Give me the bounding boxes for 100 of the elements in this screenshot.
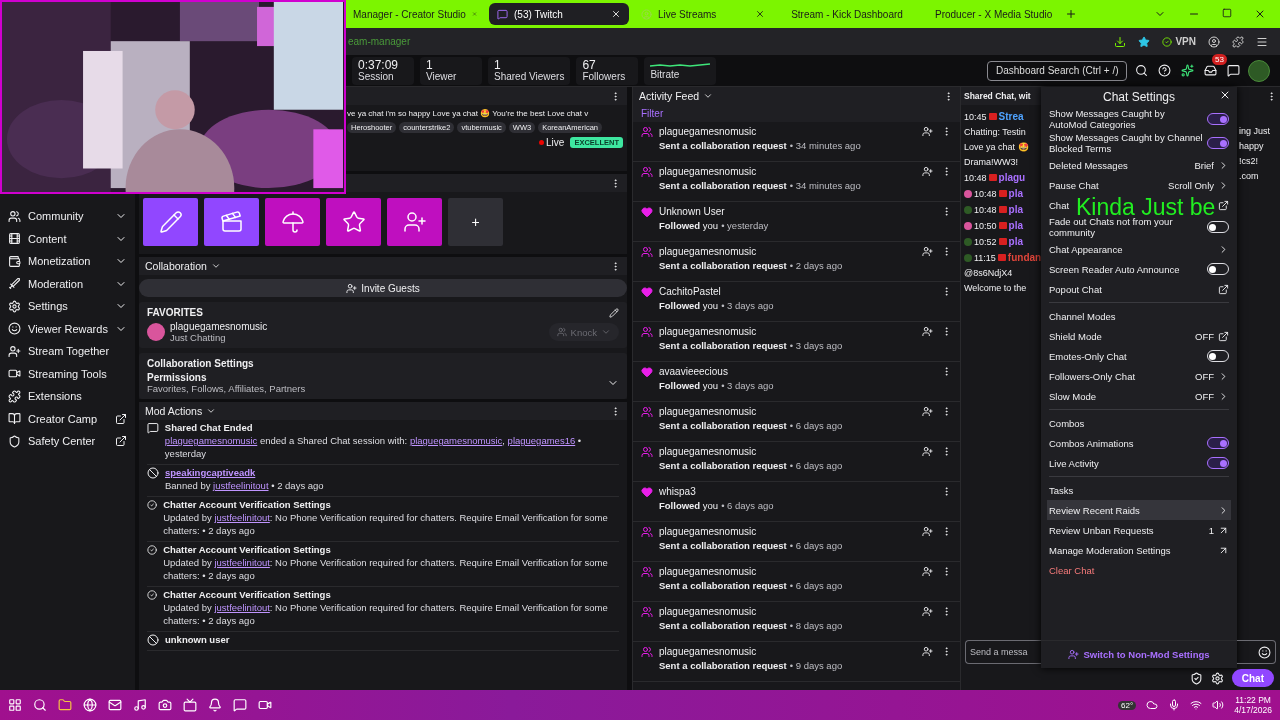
new-tab-icon[interactable]	[1065, 8, 1077, 20]
mail-icon[interactable]	[108, 698, 122, 712]
help-button[interactable]	[1156, 62, 1173, 79]
sidebar-item[interactable]: Moderation	[0, 272, 135, 295]
chat-button[interactable]: Chat	[1231, 669, 1274, 687]
user-link[interactable]: justfeelinitout	[214, 557, 270, 568]
sidebar-item[interactable]: Community	[0, 205, 135, 228]
user-plus-icon[interactable]	[922, 526, 933, 537]
download-icon[interactable]	[1114, 35, 1127, 48]
search-icon[interactable]	[33, 698, 47, 712]
external-link-icon	[115, 412, 127, 425]
setting-label[interactable]: Pause Chat	[1049, 179, 1099, 191]
toggle-switch[interactable]	[1207, 113, 1229, 125]
user-link[interactable]: plaguegames16	[507, 435, 576, 446]
folder-icon[interactable]	[58, 698, 72, 712]
user-plus-icon[interactable]	[922, 606, 933, 617]
windows-start-icon[interactable]	[8, 698, 22, 712]
avatar[interactable]	[1248, 59, 1270, 82]
chevron-down-icon[interactable]	[206, 406, 217, 416]
sidebar-item[interactable]: Safety Center	[0, 430, 135, 453]
sidebar-item[interactable]: Extensions	[0, 385, 135, 408]
clear-chat-button[interactable]: Clear Chat	[1047, 560, 1231, 580]
sidebar-item[interactable]: Content	[0, 227, 135, 250]
setting-label[interactable]: Chat	[1049, 199, 1070, 211]
camera-icon[interactable]	[158, 698, 172, 712]
quick-action-button[interactable]	[204, 198, 259, 246]
external-link-icon[interactable]	[1218, 199, 1229, 211]
toggle-switch[interactable]	[1207, 137, 1229, 149]
user-plus-icon[interactable]	[922, 646, 933, 657]
video-camera-icon[interactable]	[258, 698, 272, 712]
setting-label[interactable]: Manage Moderation Settings	[1049, 544, 1171, 556]
sidebar-item[interactable]: Settings	[0, 295, 135, 318]
setting-label[interactable]: Deleted Messages	[1049, 159, 1128, 171]
sidebar-item[interactable]: Monetization	[0, 250, 135, 273]
user-plus-icon[interactable]	[922, 566, 933, 577]
user-plus-icon[interactable]	[922, 406, 933, 417]
quick-action-button[interactable]	[387, 198, 442, 246]
menu-icon[interactable]	[1256, 35, 1268, 48]
sidebar-item[interactable]: Streaming Tools	[0, 362, 135, 385]
setting-label[interactable]: Followers-Only Chat	[1049, 370, 1136, 382]
quick-action-button[interactable]	[143, 198, 198, 246]
profile-icon[interactable]	[1208, 35, 1220, 48]
chat-bubble-icon[interactable]	[233, 698, 247, 712]
whispers-button[interactable]	[1225, 62, 1242, 79]
setting-label[interactable]: Review Unban Requests	[1049, 524, 1154, 536]
user-plus-icon[interactable]	[922, 326, 933, 337]
user-plus-icon[interactable]	[922, 446, 933, 457]
sidebar-item[interactable]: Creator Camp	[0, 407, 135, 430]
search-button[interactable]	[1133, 62, 1150, 79]
browser-tab[interactable]: Live Streams	[633, 3, 773, 25]
external-link-icon[interactable]	[1218, 283, 1229, 295]
puzzle-icon[interactable]	[1232, 35, 1244, 48]
bell-icon[interactable]	[208, 698, 222, 712]
vpn-button[interactable]: VPN	[1162, 36, 1196, 47]
quick-action-button[interactable]	[326, 198, 381, 246]
tv-icon[interactable]	[183, 698, 197, 712]
user-link[interactable]: justfeelinitout	[214, 602, 270, 613]
setting-row[interactable]: Chat Appearance	[1047, 239, 1231, 259]
setting-row[interactable]: Review Recent Raids	[1047, 500, 1231, 520]
setting-label[interactable]: Shield Mode	[1049, 330, 1102, 342]
sidebar-item[interactable]: Viewer Rewards	[0, 317, 135, 340]
user-plus-icon[interactable]	[922, 166, 933, 177]
umbrella-icon	[280, 210, 305, 234]
shield-icon[interactable]	[1189, 671, 1203, 685]
globe-icon[interactable]	[83, 698, 97, 712]
toggle-switch[interactable]	[1207, 457, 1229, 469]
user-link[interactable]: justfeelinitout	[214, 512, 270, 523]
browser-tab[interactable]: Stream - Kick Dashboard	[777, 3, 917, 25]
quick-action-button[interactable]	[265, 198, 320, 246]
add-action-button[interactable]: +	[448, 198, 503, 246]
user-link[interactable]: justfeelinitout	[213, 480, 269, 491]
message-field[interactable]: Send a messa	[965, 640, 1041, 664]
user-plus-icon[interactable]	[922, 246, 933, 257]
browser-tab[interactable]: Manager - Creator Studio	[345, 3, 485, 25]
pencil-icon[interactable]	[609, 307, 619, 318]
maximize-icon[interactable]	[1222, 8, 1232, 18]
star-icon[interactable]	[1138, 35, 1151, 48]
toggle-switch[interactable]	[1207, 437, 1229, 449]
sidebar-item[interactable]: Stream Together	[0, 340, 135, 363]
settings-icon[interactable]	[1210, 671, 1224, 685]
setting-label[interactable]: Slow Mode	[1049, 390, 1096, 402]
switch-settings-button[interactable]: Switch to Non-Mod Settings	[1041, 640, 1237, 668]
close-icon[interactable]	[1254, 8, 1266, 20]
sparkle-button[interactable]	[1179, 62, 1196, 79]
chevron-down-icon[interactable]	[210, 261, 221, 271]
chevron-down-icon[interactable]	[703, 91, 714, 101]
user-plus-icon[interactable]	[922, 126, 933, 137]
music-icon[interactable]	[133, 698, 147, 712]
emote-picker-button[interactable]	[1237, 640, 1276, 664]
browser-tab[interactable]: (53) Twitch	[489, 3, 629, 25]
filter-link[interactable]: Filter	[633, 105, 960, 122]
setting-label[interactable]: Popout Chat	[1049, 283, 1102, 295]
close-button[interactable]	[1219, 89, 1231, 101]
search-field[interactable]: Dashboard Search (Ctrl + /)	[987, 60, 1127, 81]
external-link-icon[interactable]	[1218, 330, 1229, 342]
user-link[interactable]: speakingcaptiveadk	[165, 467, 324, 478]
user-link[interactable]: plaguegamesnomusic	[164, 435, 258, 446]
people-icon	[8, 209, 21, 223]
invite-guests-button[interactable]: Invite Guests	[139, 279, 627, 297]
browser-tab[interactable]: Producer - X Media Studio	[921, 3, 1061, 25]
